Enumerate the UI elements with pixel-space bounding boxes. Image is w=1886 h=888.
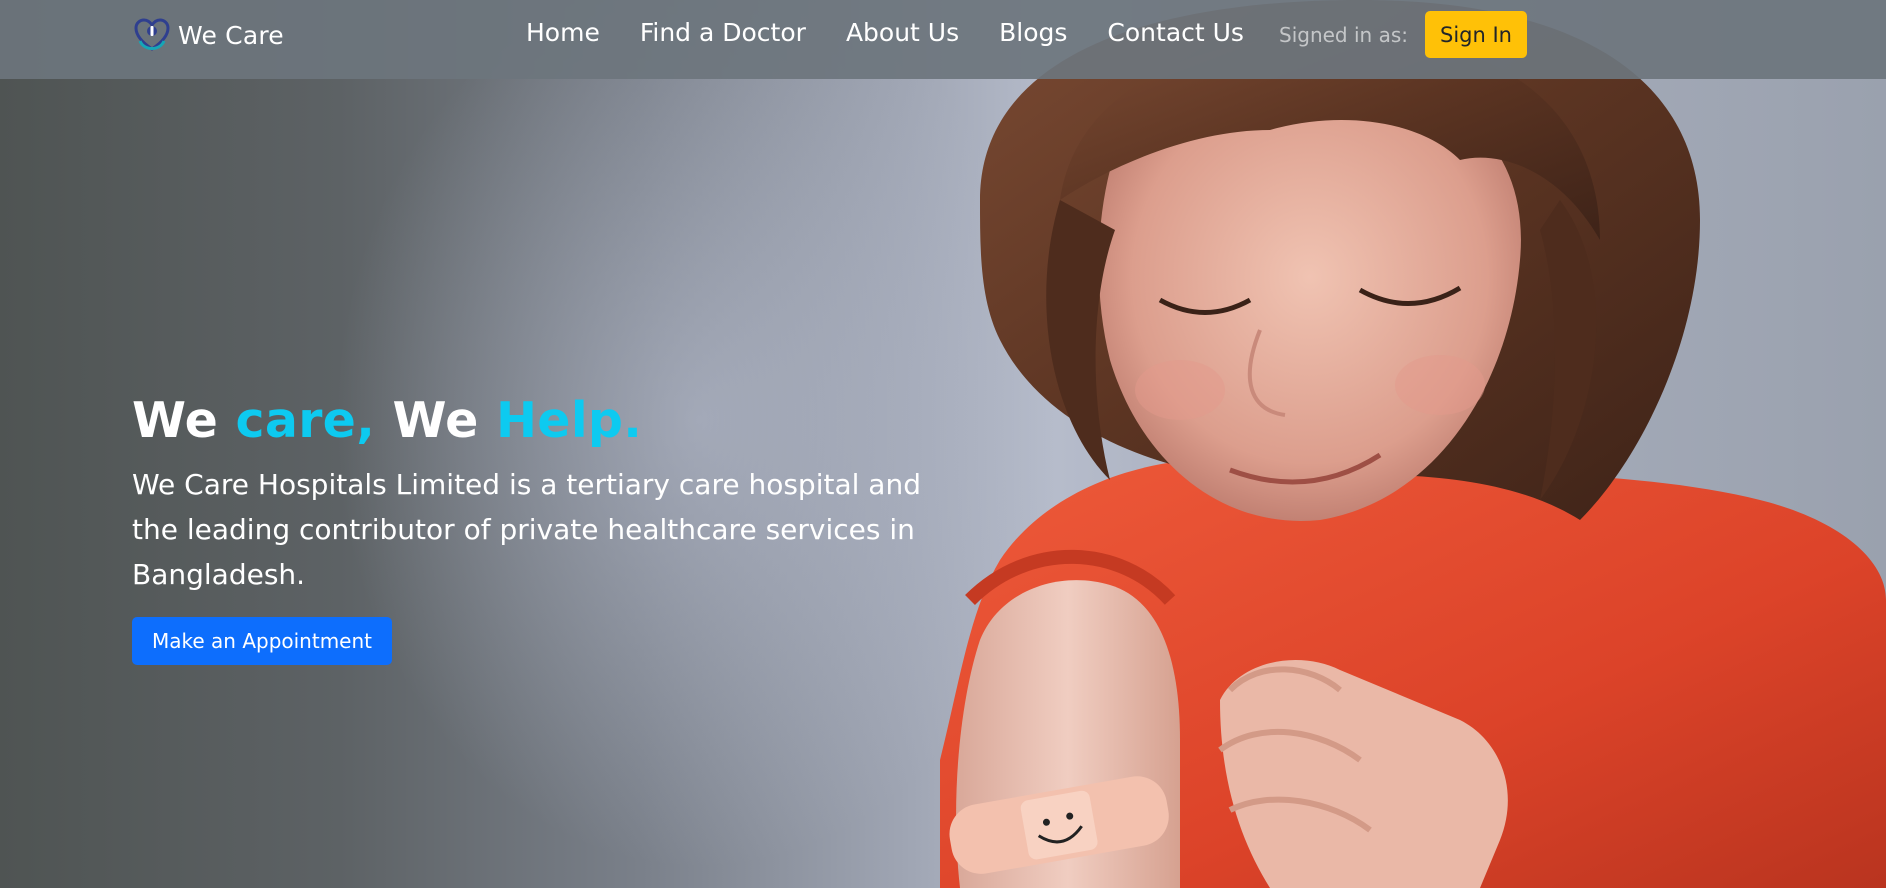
make-appointment-button[interactable]: Make an Appointment xyxy=(132,617,392,665)
nav-links: Home Find a Doctor About Us Blogs Contac… xyxy=(526,18,1284,47)
nav-blogs[interactable]: Blogs xyxy=(999,18,1067,47)
hero-title: We care, We Help. xyxy=(132,392,642,449)
sign-in-button[interactable]: Sign In xyxy=(1425,11,1527,58)
nav-contact-us[interactable]: Contact Us xyxy=(1107,18,1244,47)
brand-link[interactable]: We Care xyxy=(132,14,284,56)
brand-name: We Care xyxy=(178,20,284,50)
signed-in-label: Signed in as: xyxy=(1279,23,1408,47)
hero-title-care: care, xyxy=(235,392,376,449)
navbar: We Care Home Find a Doctor About Us Blog… xyxy=(0,0,1886,79)
hero-title-help: Help. xyxy=(495,392,643,449)
hero-title-we-1: We xyxy=(132,392,236,449)
hero-title-we-2: We xyxy=(375,392,496,449)
page: We Care Home Find a Doctor About Us Blog… xyxy=(0,0,1886,888)
nav-find-a-doctor[interactable]: Find a Doctor xyxy=(640,18,806,47)
hero-description: We Care Hospitals Limited is a tertiary … xyxy=(132,468,921,591)
heart-stethoscope-logo-icon xyxy=(134,18,170,51)
hero-photo xyxy=(940,0,1886,888)
nav-home[interactable]: Home xyxy=(526,18,600,47)
nav-about-us[interactable]: About Us xyxy=(846,18,959,47)
